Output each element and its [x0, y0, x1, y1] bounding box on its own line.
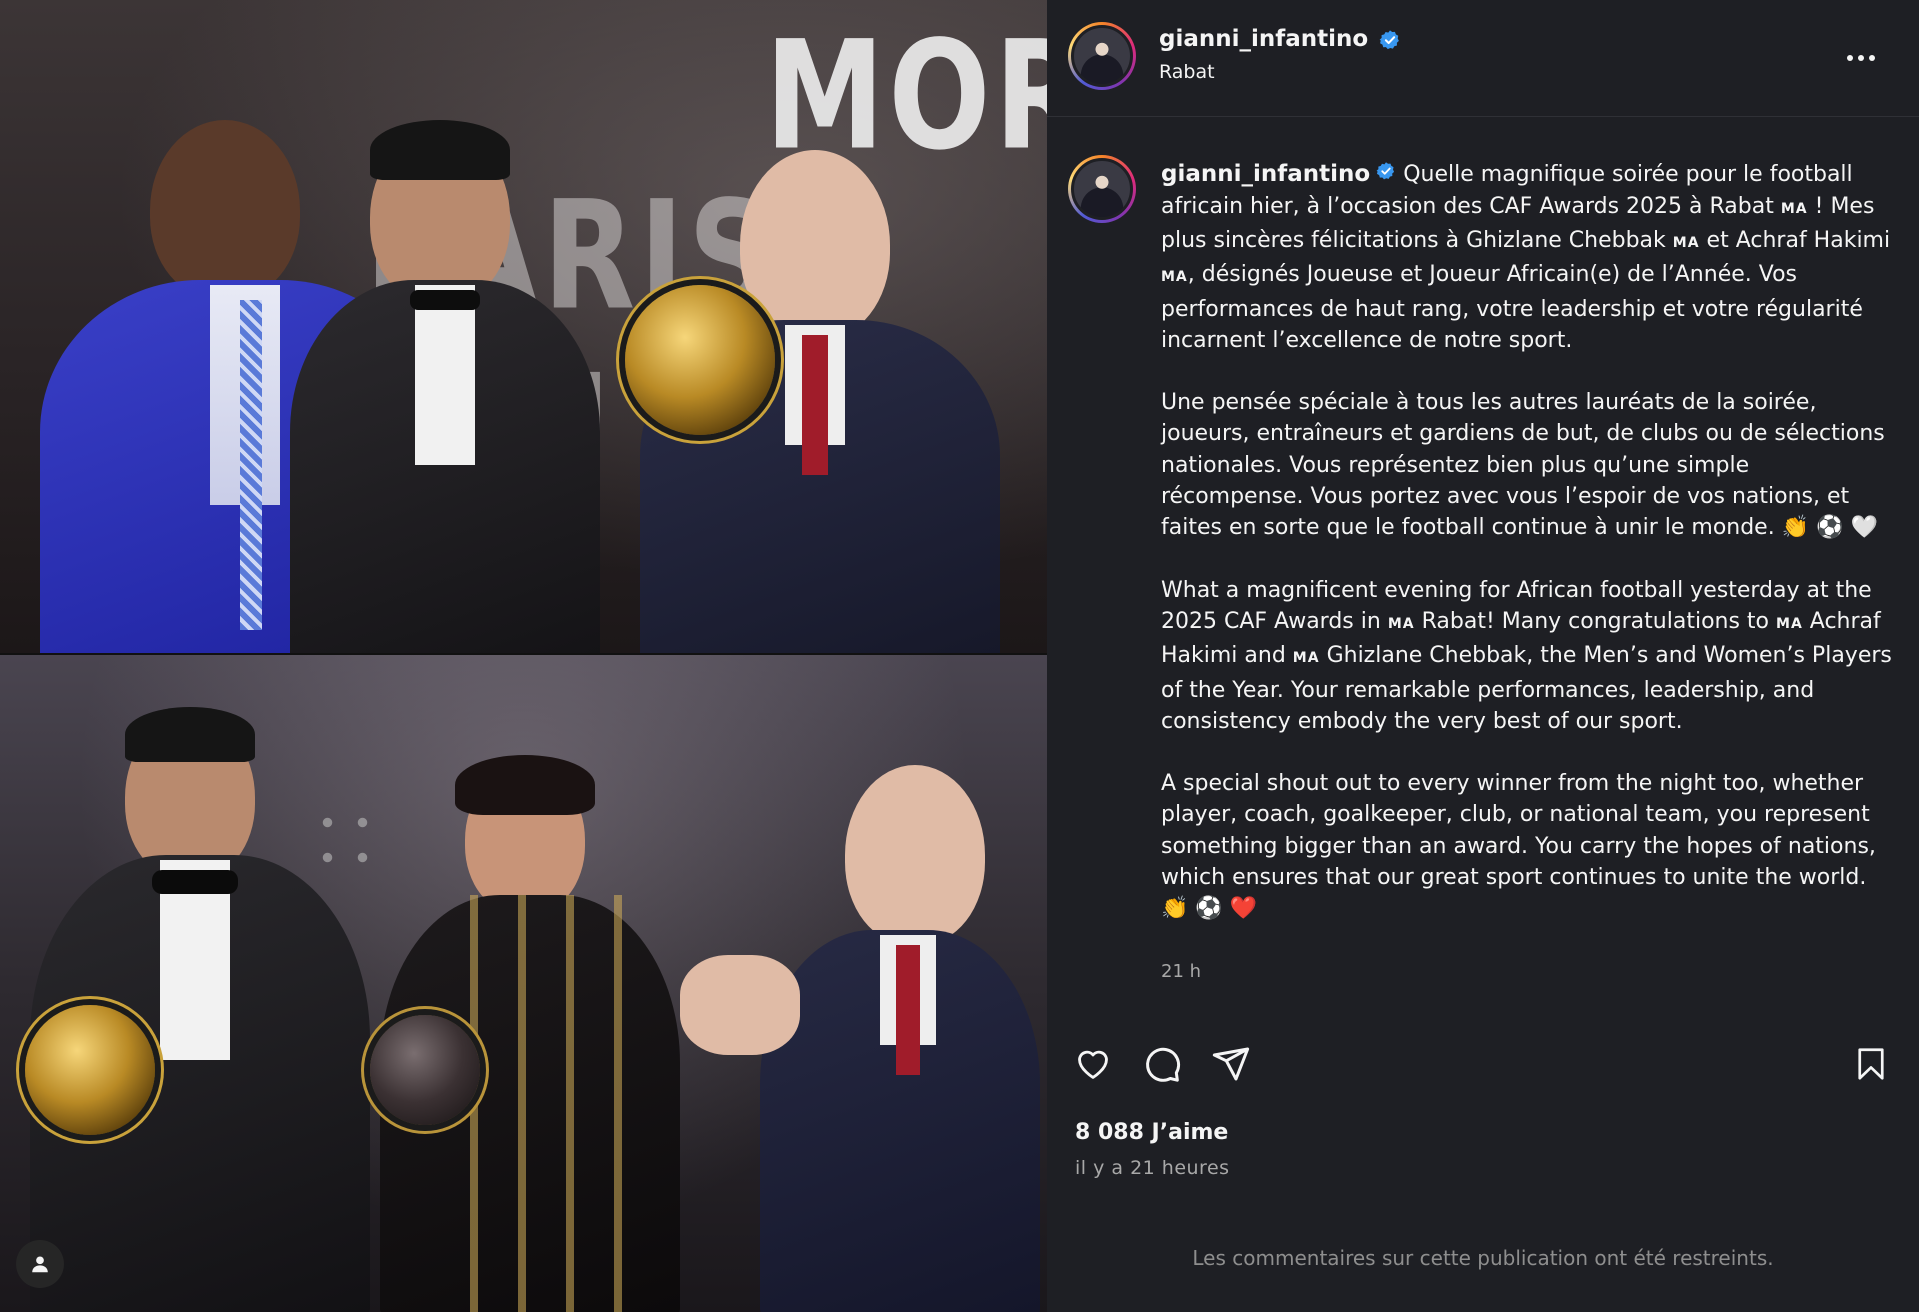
caption-paragraph-3: What a magnificent evening for African f… [1161, 575, 1896, 737]
comment-icon [1146, 1047, 1181, 1082]
trophy-dark-bottom [370, 1015, 480, 1125]
flag-morocco: MA [1780, 200, 1808, 217]
caption-paragraph-1: gianni_infantino Quelle magnifique soiré… [1161, 159, 1896, 356]
save-button[interactable] [1847, 1040, 1895, 1088]
header-username[interactable]: gianni_infantino [1159, 26, 1368, 52]
post-location[interactable]: Rabat [1159, 61, 1401, 83]
photo-top-award-handover: MOR PARIS AIN [0, 0, 1047, 653]
caption-text-part: , désignés Joueuse et Joueur Africain(e)… [1161, 262, 1863, 353]
post-timestamp[interactable]: il y a 21 heures [1075, 1157, 1230, 1179]
caption-avatar[interactable] [1068, 155, 1136, 223]
photo-bottom-winners [0, 655, 1047, 1312]
share-button[interactable] [1207, 1040, 1255, 1088]
caption-paragraph-4: A special shout out to every winner from… [1161, 771, 1876, 922]
heart-icon [1078, 1050, 1108, 1079]
user-icon [32, 1256, 48, 1273]
caption-text-part: Rabat! Many congratulations to [1414, 608, 1777, 634]
post-header: gianni_infantino Rabat [1047, 0, 1919, 117]
trophy-gold-bottom [25, 1005, 155, 1135]
action-bar [1047, 1040, 1919, 1100]
trophy-gold [625, 285, 775, 435]
bookmark-icon [1858, 1048, 1884, 1080]
share-icon [1212, 1047, 1250, 1081]
more-options-icon [1847, 55, 1875, 61]
post-modal: MOR PARIS AIN [0, 0, 1919, 1312]
caption-text: gianni_infantino Quelle magnifique soiré… [1161, 159, 1896, 987]
tagged-users-button[interactable] [16, 1240, 64, 1288]
caption-text-part: et Achraf Hakimi [1699, 227, 1891, 253]
caption-paragraph-2: Une pensée spéciale à tous les autres la… [1161, 390, 1885, 541]
flag-morocco: MA [1776, 615, 1803, 632]
verified-badge-icon [1379, 29, 1401, 55]
caption-block: gianni_infantino Quelle magnifique soiré… [1047, 117, 1919, 1017]
flag-morocco: MA [1672, 234, 1700, 251]
caption-username[interactable]: gianni_infantino [1161, 161, 1370, 187]
post-side-panel: gianni_infantino Rabat gianni_infantino … [1047, 0, 1919, 1312]
person-middle-tuxedo [290, 120, 610, 653]
verified-badge-icon [1376, 159, 1396, 190]
flag-morocco: MA [1161, 269, 1188, 286]
comment-button[interactable] [1138, 1040, 1186, 1088]
flag-morocco: MA [1387, 615, 1415, 632]
comments-restricted-notice: Les commentaires sur cette publication o… [1192, 1246, 1774, 1270]
like-count[interactable]: 8 088 J’aime [1075, 1120, 1228, 1145]
avatar-image [1071, 158, 1133, 220]
avatar-image [1071, 25, 1133, 87]
header-avatar[interactable] [1068, 22, 1136, 90]
more-options-button[interactable] [1841, 44, 1881, 72]
header-user-info: gianni_infantino Rabat [1159, 26, 1401, 83]
flag-morocco: MA [1292, 650, 1320, 667]
like-button[interactable] [1069, 1040, 1117, 1088]
post-media[interactable]: MOR PARIS AIN [0, 0, 1047, 1312]
caption-timestamp[interactable]: 21 h [1161, 956, 1896, 987]
person-bottom-right-gianni [680, 765, 1040, 1312]
